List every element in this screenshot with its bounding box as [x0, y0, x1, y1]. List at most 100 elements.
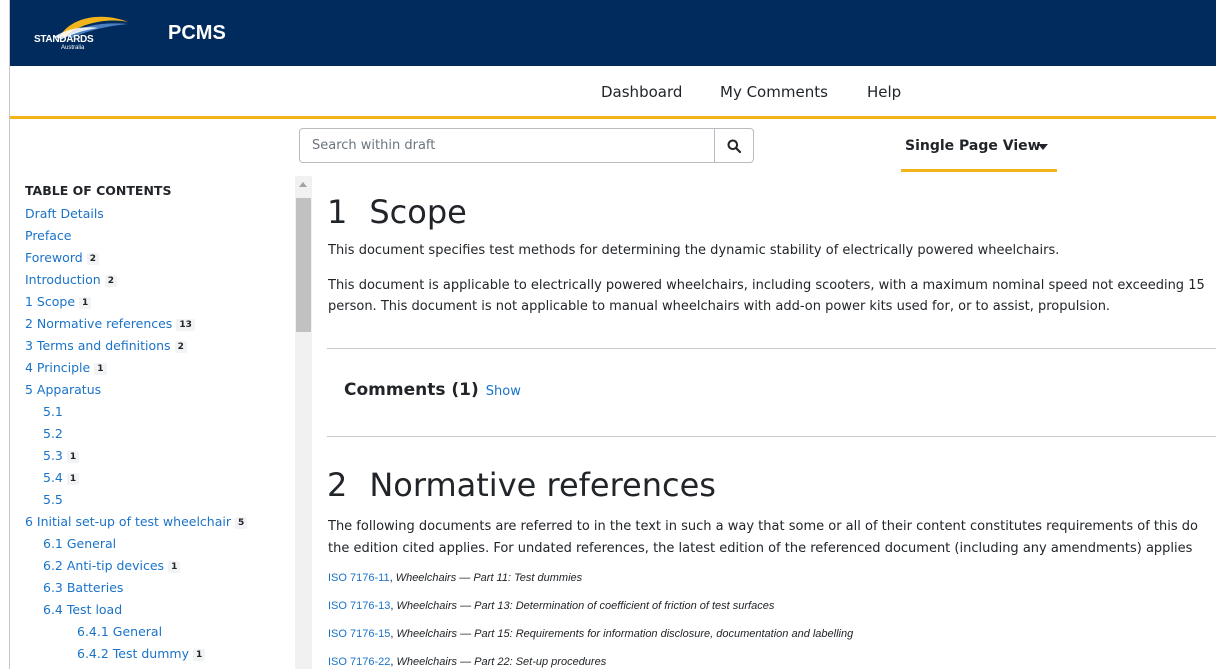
app-title[interactable]: PCMS [168, 22, 226, 45]
show-comments-link[interactable]: Show [486, 384, 521, 399]
comment-count-badge: 13 [176, 319, 195, 331]
reference-link[interactable]: ISO 7176-22 [328, 656, 390, 668]
scope-paragraph-2-line-2: person. This document is not applicable … [328, 299, 1111, 314]
comment-count-badge: 2 [86, 253, 99, 265]
app-header: STANDARDS Australia PCMS [10, 0, 1216, 66]
toc-item-label: Draft Details [25, 206, 104, 221]
app-frame: STANDARDS Australia PCMS Dashboard My Co… [9, 0, 1216, 669]
section-number: 1 [327, 193, 348, 231]
reference-title: Wheelchairs — Part 15: Requirements for … [396, 628, 854, 640]
toc-item-label: 1 Scope [25, 294, 76, 309]
normative-paragraph-line-2: the edition cited applies. For undated r… [328, 541, 1193, 556]
reference-item: ISO 7176-11, Wheelchairs — Part 11: Test… [328, 572, 583, 584]
scope-paragraph-1: This document specifies test methods for… [328, 243, 1060, 258]
nav-my-comments[interactable]: My Comments [720, 83, 828, 101]
toc-item-apparatus[interactable]: 5 Apparatus [25, 382, 101, 397]
view-mode-dropdown[interactable]: Single Page View [901, 128, 1057, 172]
toc-item-6-3-batteries[interactable]: 6.3 Batteries [43, 580, 123, 595]
toc-item-label: 6.4.1 General [77, 624, 163, 639]
toc-item-label: 5 Apparatus [25, 382, 102, 397]
toc-item-6-4-2-test-dummy[interactable]: 6.4.2 Test dummy 1 [77, 646, 206, 661]
comment-count-badge: 2 [104, 275, 117, 287]
toc-item-5-4[interactable]: 5.4 1 [43, 470, 80, 485]
toc-item-label: 4 Principle [25, 360, 91, 375]
toc-item-6-4-test-load[interactable]: 6.4 Test load [43, 602, 122, 617]
section-heading-normative-references: 2 Normative references [327, 466, 716, 504]
comment-count-badge: 5 [235, 517, 248, 529]
reference-link[interactable]: ISO 7176-11 [328, 572, 390, 584]
toc-item-label: 6.1 General [43, 536, 117, 551]
search-input[interactable] [300, 129, 714, 162]
comments-count-label: Comments (1) [344, 380, 479, 400]
toc-item-label: 6.4.2 Test dummy [77, 646, 189, 661]
toc-sidebar: TABLE OF CONTENTS Draft Details Preface … [10, 176, 295, 669]
comment-count-badge: 1 [192, 649, 206, 661]
comments-section: Comments (1) Show [344, 380, 521, 400]
main-nav: Dashboard My Comments Help [10, 66, 1216, 119]
toc-item-label: 5.5 [43, 492, 63, 507]
reference-link[interactable]: ISO 7176-15 [328, 628, 390, 640]
scrollbar-thumb[interactable] [296, 198, 311, 332]
toc-item-label: 6.3 Batteries [43, 580, 124, 595]
toc-item-6-1-general[interactable]: 6.1 General [43, 536, 116, 551]
standards-australia-logo[interactable]: STANDARDS Australia [32, 10, 132, 54]
comment-count-badge: 1 [94, 363, 107, 375]
document-content: 1 Scope This document specifies test meth… [327, 176, 1216, 669]
logo-subtext: Australia [61, 45, 85, 51]
nav-help[interactable]: Help [867, 83, 901, 101]
reference-title: Wheelchairs — Part 22: Set-up procedures [396, 656, 607, 668]
toc-item-5-3[interactable]: 5.3 1 [43, 448, 80, 463]
toc-item-foreword[interactable]: Foreword 2 [25, 250, 99, 265]
toc-item-5-5[interactable]: 5.5 [43, 492, 63, 507]
search-icon [727, 139, 741, 153]
view-mode-label: Single Page View [905, 138, 1041, 154]
toc-item-label: Foreword [25, 250, 83, 265]
comment-count-badge: 2 [174, 341, 187, 353]
toc-item-principle[interactable]: 4 Principle 1 [25, 360, 107, 375]
reference-title: Wheelchairs — Part 11: Test dummies [395, 572, 583, 584]
toc-item-6-4-1-general[interactable]: 6.4.1 General [77, 624, 162, 639]
comment-count-badge: 1 [79, 297, 92, 309]
reference-title: Wheelchairs — Part 13: Determination of … [396, 600, 775, 612]
toc-item-6-2-anti-tip[interactable]: 6.2 Anti-tip devices 1 [43, 558, 181, 573]
toc-item-label: 6.4 Test load [43, 602, 123, 617]
toc-item-label: 5.3 [43, 448, 63, 463]
caret-down-icon [1038, 144, 1048, 150]
scroll-up-arrow-icon[interactable] [299, 182, 307, 187]
toc-item-label: 3 Terms and definitions [25, 338, 171, 353]
nav-dashboard[interactable]: Dashboard [601, 83, 682, 101]
search-group [299, 128, 754, 163]
toc-title: TABLE OF CONTENTS [25, 183, 172, 198]
toc-item-introduction[interactable]: Introduction 2 [25, 272, 117, 287]
reference-item: ISO 7176-15, Wheelchairs — Part 15: Requ… [328, 628, 854, 640]
toc-scrollbar[interactable] [295, 176, 312, 669]
toc-item-terms-definitions[interactable]: 3 Terms and definitions 2 [25, 338, 187, 353]
toc-item-scope[interactable]: 1 Scope 1 [25, 294, 92, 309]
toc-item-5-1[interactable]: 5.1 [43, 404, 63, 419]
comment-count-badge: 1 [66, 473, 80, 485]
toc-item-label: Preface [25, 228, 72, 243]
section-title: Scope [369, 193, 467, 231]
toc-item-label: 6.2 Anti-tip devices [43, 558, 165, 573]
section-heading-scope: 1 Scope [327, 193, 467, 231]
toc-item-label: 2 Normative references [25, 316, 173, 331]
scope-paragraph-2-line-1: This document is applicable to electrica… [328, 278, 1205, 293]
section-title: Normative references [369, 466, 716, 504]
divider [327, 436, 1216, 437]
toc-item-label: 5.2 [43, 426, 63, 441]
toc-item-normative-references[interactable]: 2 Normative references 13 [25, 316, 195, 331]
divider [327, 348, 1216, 349]
reference-link[interactable]: ISO 7176-13 [328, 600, 390, 612]
toc-item-preface[interactable]: Preface [25, 228, 72, 243]
search-button[interactable] [714, 129, 753, 162]
toc-item-label: 5.1 [43, 404, 63, 419]
toc-item-label: Introduction [25, 272, 101, 287]
reference-item: ISO 7176-22, Wheelchairs — Part 22: Set-… [328, 656, 607, 668]
comment-count-badge: 1 [66, 451, 80, 463]
toc-item-label: 5.4 [43, 470, 63, 485]
toc-item-5-2[interactable]: 5.2 [43, 426, 63, 441]
toc-item-initial-setup[interactable]: 6 Initial set-up of test wheelchair 5 [25, 514, 248, 529]
comment-count-badge: 1 [168, 561, 181, 573]
toc-item-draft-details[interactable]: Draft Details [25, 206, 104, 221]
section-number: 2 [327, 466, 348, 504]
